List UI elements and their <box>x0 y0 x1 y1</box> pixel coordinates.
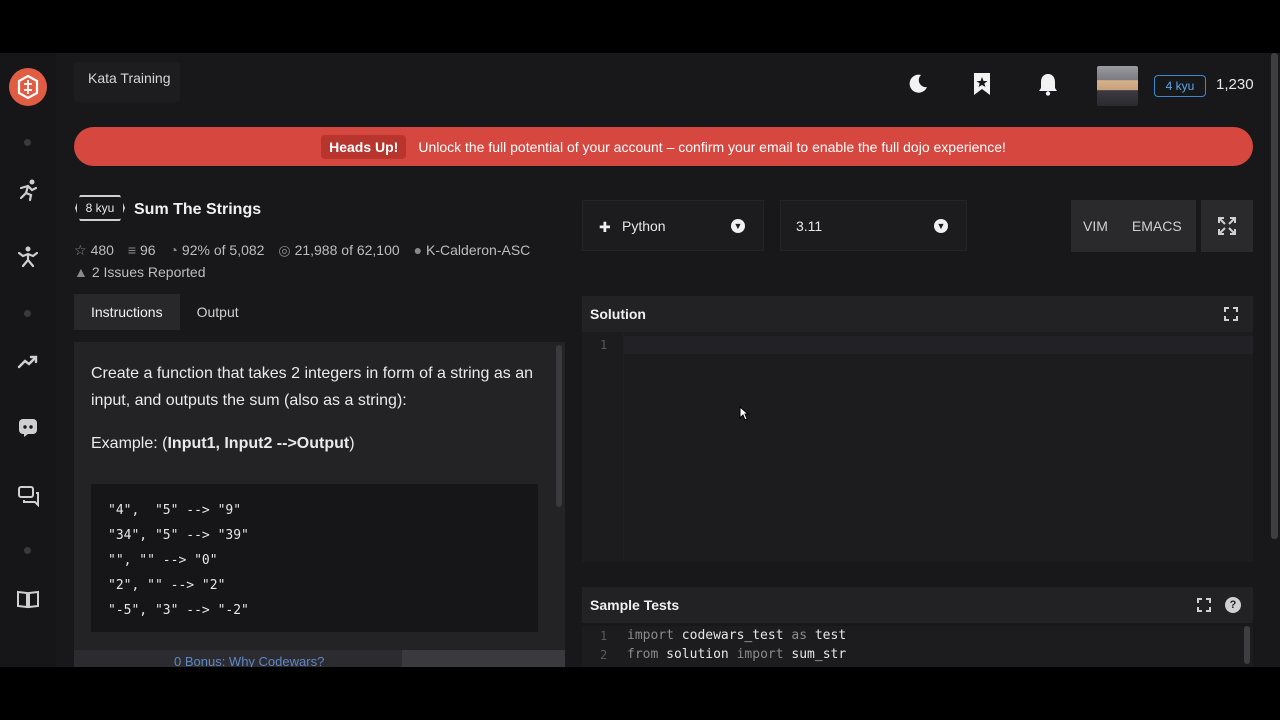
bonus-link[interactable]: 0 Bonus: Why Codewars? <box>174 654 324 667</box>
leaderboard-icon[interactable] <box>8 341 48 381</box>
mouse-cursor-icon <box>739 405 750 426</box>
sidebar-divider <box>24 139 31 146</box>
discord-icon[interactable] <box>8 407 48 447</box>
banner-label: Heads Up! <box>321 134 407 159</box>
version-select[interactable]: 3.11 ▼ <box>780 200 967 251</box>
expand-icon[interactable] <box>1197 598 1211 612</box>
email-confirm-banner: Heads Up! Unlock the full potential of y… <box>74 127 1253 166</box>
tab-instructions[interactable]: Instructions <box>74 294 180 330</box>
kata-stats: ☆ 480 ≡ 96 ◔ 92% of 5,082 ◎ 21,988 of 62,100… <box>74 239 554 283</box>
rank-badge: 4 kyu <box>1154 75 1206 97</box>
chevron-down-icon: ▼ <box>934 219 948 233</box>
python-icon: ✚ <box>599 219 611 235</box>
collections-stat[interactable]: ≡ 96 <box>128 242 156 258</box>
fullscreen-button[interactable] <box>1201 200 1253 252</box>
instruction-tabs: Instructions Output <box>74 294 256 330</box>
chevron-down-icon: ▼ <box>731 219 745 233</box>
app-window: Kata Training 4 kyu 1,230 Heads Up! Unlo… <box>0 53 1280 667</box>
instructions-example: Example: (Input1, Input2 -->Output) <box>91 435 355 452</box>
star-icon: ☆ <box>74 242 87 258</box>
page-scrollbar[interactable] <box>1271 53 1278 539</box>
completed-icon: ◎ <box>278 242 291 258</box>
language-select[interactable]: ✚ Python ▼ <box>582 200 764 251</box>
instructions-panel: Create a function that takes 2 integers … <box>74 342 565 667</box>
expand-icon[interactable] <box>1224 307 1238 321</box>
tests-scrollbar[interactable] <box>1244 626 1250 664</box>
language-value: Python <box>622 218 666 234</box>
code-line: 2 from solution import sum_str <box>600 647 847 662</box>
sample-tests-editor[interactable]: 1 import codewars_test as test 2 from so… <box>582 626 1253 667</box>
vim-mode-button[interactable]: VIM <box>1071 218 1120 234</box>
sample-tests-header: Sample Tests ? <box>582 587 1253 623</box>
stars-stat[interactable]: ☆ 480 <box>74 242 114 258</box>
editor-gutter <box>623 332 624 562</box>
kata-title: Sum The Strings <box>134 201 262 218</box>
footer-segment <box>402 650 565 667</box>
active-line <box>624 336 1253 354</box>
issues-link[interactable]: ▲ 2 Issues Reported <box>74 264 205 280</box>
satisfaction-icon: ◔ <box>169 242 178 258</box>
practice-icon[interactable] <box>8 237 48 277</box>
bookmark-icon[interactable] <box>967 69 997 99</box>
page-title: Kata Training <box>74 62 180 102</box>
sidebar-divider <box>24 547 31 554</box>
version-value: 3.11 <box>796 218 823 234</box>
warning-icon: ▲ <box>74 264 88 280</box>
tab-output[interactable]: Output <box>180 294 256 330</box>
expand-icon <box>1218 217 1236 235</box>
instructions-text: Create a function that takes 2 integers … <box>91 365 534 409</box>
discussion-icon[interactable] <box>8 475 48 515</box>
sidebar <box>0 53 56 667</box>
example-code-block: "4", "5" --> "9" "34", "5" --> "39" "", … <box>91 484 538 632</box>
banner-message[interactable]: Unlock the full potential of your accoun… <box>418 139 1006 155</box>
training-icon[interactable] <box>8 170 48 210</box>
honor-score: 1,230 <box>1216 76 1254 93</box>
code-line: 1 import codewars_test as test <box>600 628 847 643</box>
completed-stat: ◎ 21,988 of 62,100 <box>278 242 400 258</box>
author-link[interactable]: ● K-Calderon-ASC <box>414 242 531 258</box>
moon-icon[interactable] <box>903 69 933 99</box>
solution-editor[interactable]: 1 <box>582 332 1253 562</box>
user-icon: ● <box>413 242 423 258</box>
solution-header: Solution <box>582 296 1253 332</box>
docs-icon[interactable] <box>8 579 48 619</box>
collection-icon: ≡ <box>127 242 136 258</box>
instructions-scrollbar[interactable] <box>556 345 562 507</box>
kata-rank-badge: 8 kyu <box>75 195 125 221</box>
editor-mode-group: VIM EMACS <box>1071 200 1196 252</box>
avatar[interactable] <box>1097 66 1138 106</box>
emacs-mode-button[interactable]: EMACS <box>1120 218 1194 234</box>
line-number: 1 <box>600 338 608 352</box>
sidebar-divider <box>24 310 31 317</box>
bell-icon[interactable] <box>1033 69 1063 99</box>
satisfaction-stat: ◔ 92% of 5,082 <box>169 242 265 258</box>
instructions-footer: 0 Bonus: Why Codewars? <box>74 650 565 667</box>
sample-tests-title: Sample Tests <box>590 597 680 613</box>
codewars-logo-icon[interactable] <box>9 68 47 106</box>
solution-title: Solution <box>590 306 646 322</box>
help-icon[interactable]: ? <box>1225 597 1241 613</box>
